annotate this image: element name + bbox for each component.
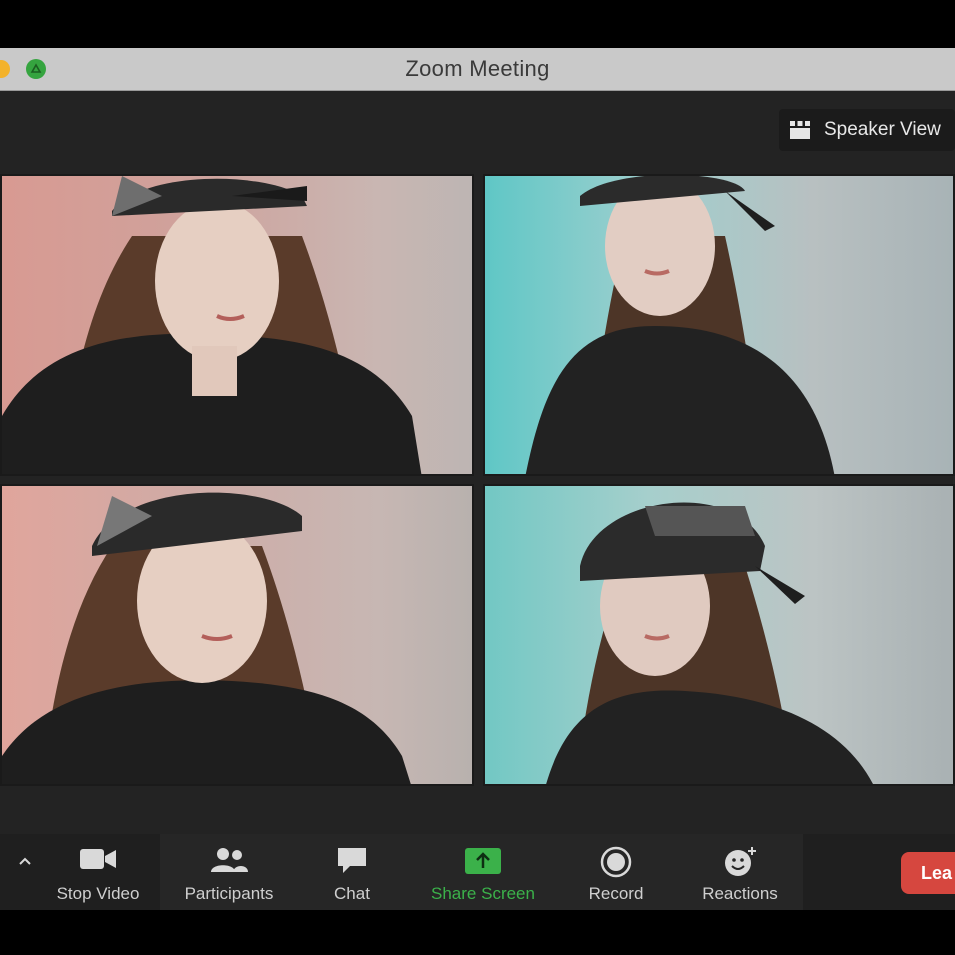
participant-video: [546, 502, 873, 784]
share-screen-icon: [465, 848, 501, 874]
participants-icon: [211, 848, 248, 872]
participant-video: [2, 176, 422, 474]
participants-label: Participants: [184, 884, 274, 903]
chat-bubble-icon: [338, 848, 366, 873]
reactions-icon: [725, 847, 756, 876]
window-title: Zoom Meeting: [405, 56, 550, 81]
bottom-frame: [0, 910, 955, 955]
participant-video: [525, 176, 835, 474]
stop-video-label: Stop Video: [56, 884, 140, 903]
video-camera-icon: [80, 849, 116, 869]
video-tile[interactable]: [483, 484, 955, 786]
caret-up-icon[interactable]: [16, 852, 34, 870]
share-screen-button[interactable]: Share Screen: [420, 834, 546, 910]
participants-button[interactable]: Participants: [168, 834, 290, 910]
record-label: Record: [588, 884, 644, 903]
participant-video: [2, 492, 411, 784]
record-button[interactable]: Record: [574, 834, 658, 910]
record-icon: [600, 846, 632, 878]
leave-label: Lea: [921, 863, 953, 883]
reactions-button[interactable]: Reactions: [690, 834, 790, 910]
chat-label: Chat: [334, 884, 370, 903]
video-tile[interactable]: [0, 484, 474, 786]
video-tile[interactable]: [483, 174, 955, 476]
share-screen-label: Share Screen: [431, 884, 535, 903]
stop-video-button[interactable]: Stop Video: [40, 834, 156, 910]
speaker-view-button[interactable]: Speaker View: [779, 109, 955, 151]
title-bar: Zoom Meeting: [0, 48, 955, 91]
chat-button[interactable]: Chat: [312, 834, 392, 910]
leave-meeting-button[interactable]: Lea: [901, 852, 955, 894]
video-tile[interactable]: [0, 174, 474, 476]
grid-icon: [790, 121, 810, 139]
speaker-view-label: Speaker View: [824, 119, 941, 140]
reactions-label: Reactions: [702, 884, 778, 903]
